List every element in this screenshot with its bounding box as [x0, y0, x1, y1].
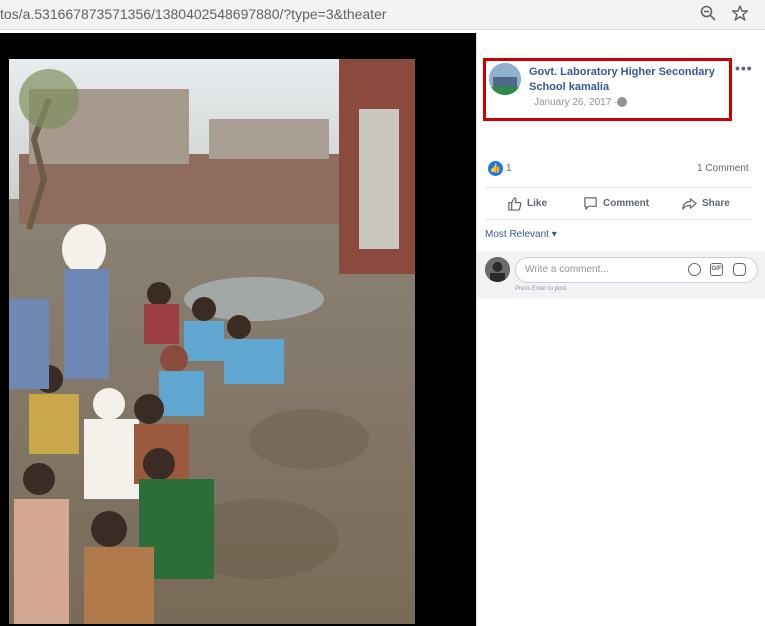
more-icon[interactable]: •••: [735, 60, 753, 76]
emoji-icon[interactable]: [688, 263, 701, 276]
post-photo[interactable]: [9, 59, 415, 624]
comment-button[interactable]: Comment: [583, 196, 649, 211]
zoom-out-icon[interactable]: [698, 5, 718, 25]
share-button-label: Share: [702, 198, 730, 209]
like-count[interactable]: 1: [506, 163, 512, 174]
like-reaction-icon[interactable]: 👍: [488, 161, 503, 176]
like-button[interactable]: Like: [507, 196, 547, 211]
thumbs-up-icon: [508, 197, 522, 211]
user-avatar: [485, 257, 510, 282]
comment-bubble-icon: [584, 197, 597, 210]
sticker-icon[interactable]: [733, 263, 746, 276]
like-button-label: Like: [527, 198, 548, 209]
address-bar[interactable]: tos/a.531667873571356/1380402548697880/?…: [0, 0, 765, 30]
divider: [486, 219, 752, 220]
share-button[interactable]: Share: [682, 196, 730, 211]
star-icon[interactable]: [730, 5, 750, 25]
photo-illustration: [9, 59, 415, 624]
divider: [486, 187, 752, 188]
url-text[interactable]: tos/a.531667873571356/1380402548697880/?…: [0, 6, 387, 22]
comment-placeholder: Write a comment...: [525, 264, 609, 275]
post-side-panel: [476, 33, 765, 626]
press-enter-hint: Press Enter to post.: [515, 286, 568, 292]
highlight-box: [483, 58, 732, 121]
gif-icon[interactable]: GIF: [710, 263, 723, 276]
comment-sort-dropdown[interactable]: Most Relevant ▾: [485, 229, 557, 240]
comment-count[interactable]: 1 Comment: [697, 163, 749, 174]
comment-button-label: Comment: [603, 198, 650, 209]
share-arrow-icon: [682, 198, 697, 210]
